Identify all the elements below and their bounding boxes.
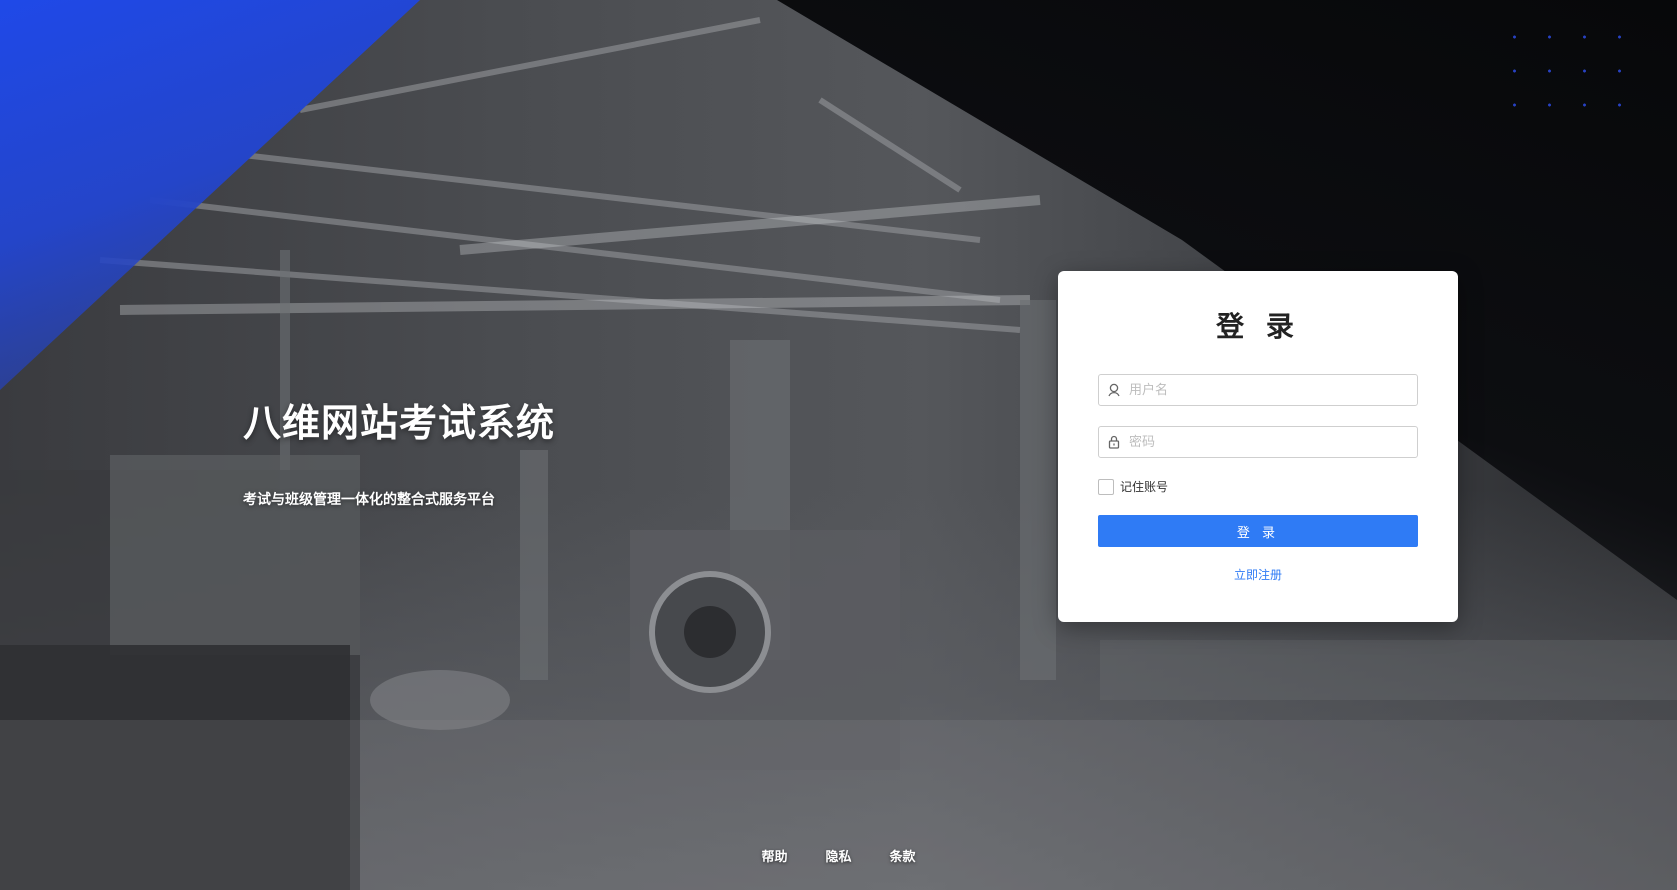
dot-grid-decoration: [1497, 20, 1627, 130]
remember-label: 记住账号: [1120, 480, 1169, 494]
login-card: 登 录 记住账号 登 录: [1058, 271, 1458, 622]
footer-link-privacy[interactable]: 隐私: [825, 846, 851, 865]
password-input[interactable]: [1129, 428, 1417, 456]
user-icon: [1099, 375, 1129, 405]
login-title: 登 录: [1216, 310, 1300, 343]
hero-subtitle: 考试与班级管理一体化的整合式服务平台: [243, 492, 495, 508]
remember-account[interactable]: 记住账号: [1098, 478, 1168, 495]
lock-icon: [1099, 427, 1129, 457]
footer-link-help[interactable]: 帮助: [761, 846, 787, 865]
password-field[interactable]: [1098, 426, 1418, 458]
login-page: 八维网站考试系统 考试与班级管理一体化的整合式服务平台 登 录 用户名 记住账号…: [0, 0, 1677, 890]
hero: 八维网站考试系统 考试与班级管理一体化的整合式服务平台: [243, 392, 555, 509]
remember-checkbox[interactable]: [1098, 478, 1114, 495]
footer-links: 帮助 隐私 条款: [0, 846, 1677, 865]
register-link[interactable]: 立即注册: [1058, 566, 1458, 583]
username-field[interactable]: [1098, 374, 1418, 406]
footer-link-terms[interactable]: 条款: [890, 846, 916, 865]
username-input[interactable]: [1129, 376, 1417, 404]
login-button[interactable]: 登 录: [1098, 515, 1418, 547]
hero-title: 八维网站考试系统: [243, 401, 556, 445]
